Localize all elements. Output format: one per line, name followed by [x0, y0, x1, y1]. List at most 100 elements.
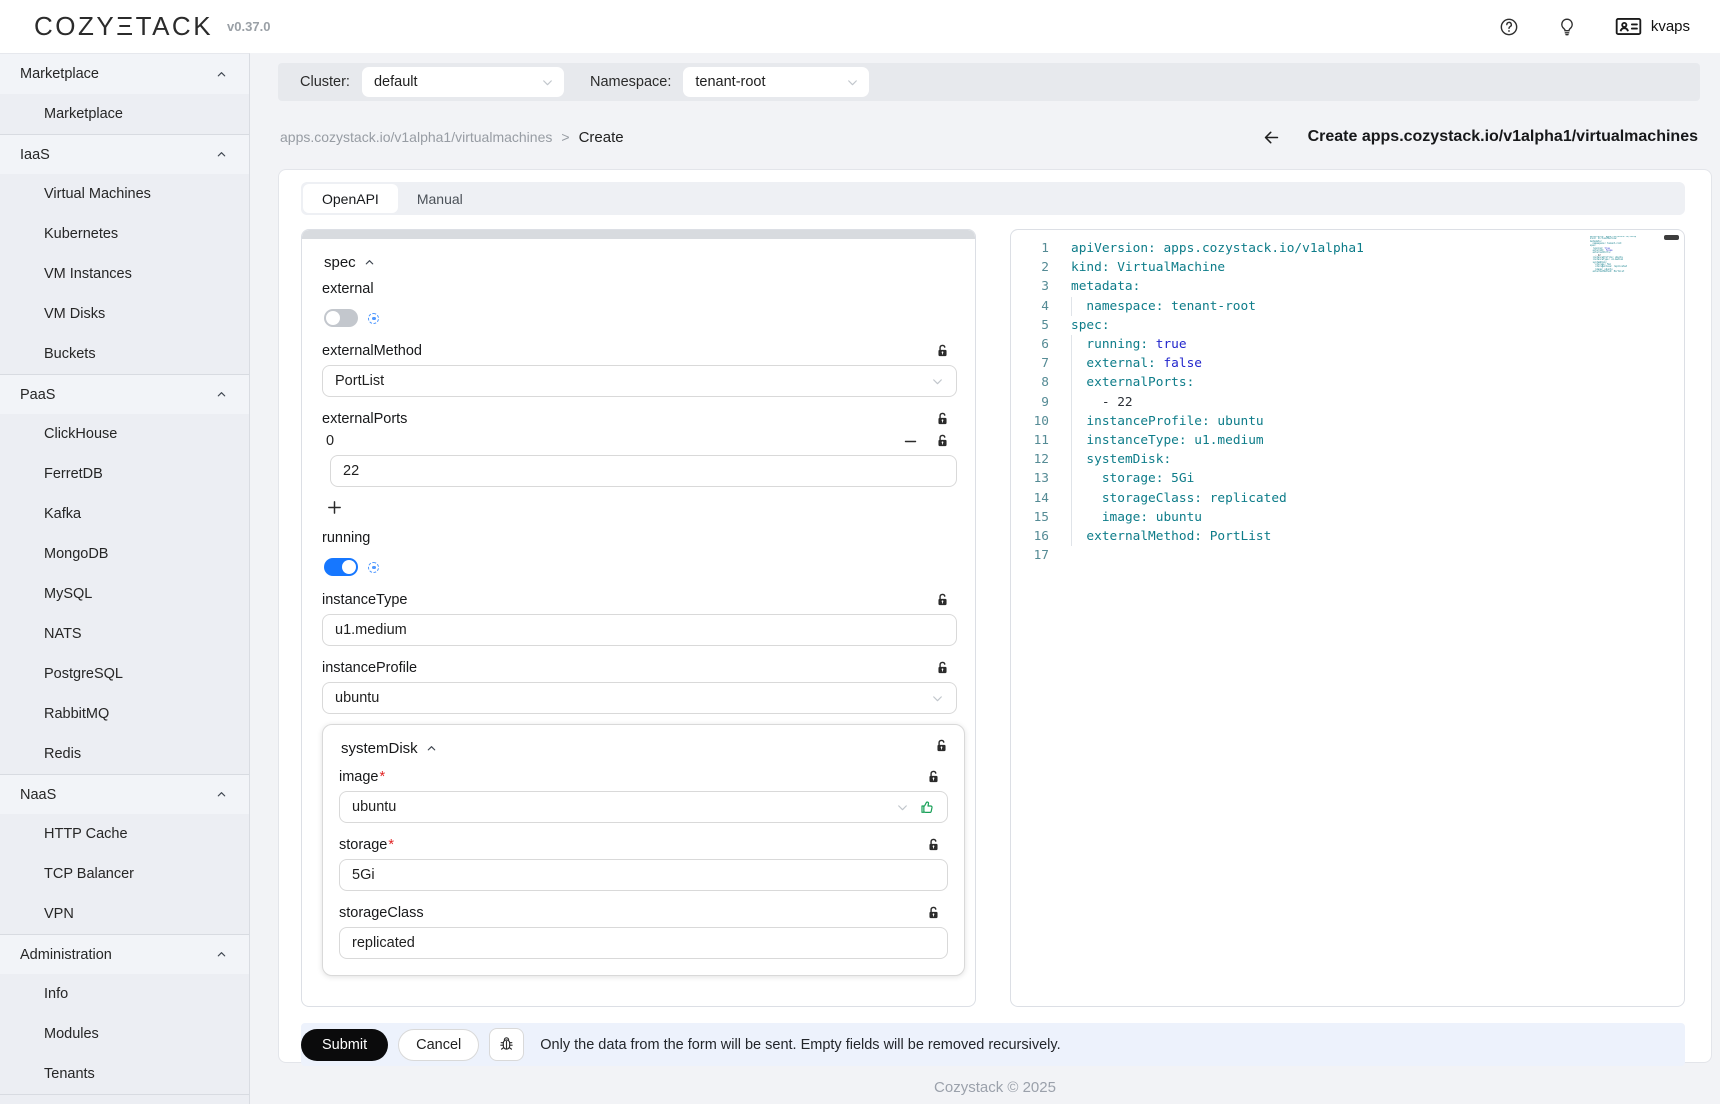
sidebar-item-mysql[interactable]: MySQL: [0, 574, 249, 614]
sidebar-item-nats[interactable]: NATS: [0, 614, 249, 654]
breadcrumb-separator: >: [561, 129, 569, 145]
sidebar-item-buckets[interactable]: Buckets: [0, 334, 249, 374]
page-title: Create apps.cozystack.io/v1alpha1/virtua…: [1308, 128, 1698, 146]
add-item-icon[interactable]: [326, 499, 343, 516]
yaml-editor[interactable]: 1apiVersion: apps.cozystack.io/v1alpha12…: [1010, 229, 1685, 1007]
code-line: 1apiVersion: apps.cozystack.io/v1alpha1: [1011, 239, 1684, 258]
sidebar-item-ferretdb[interactable]: FerretDB: [0, 454, 249, 494]
unlock-icon[interactable]: [927, 838, 940, 852]
externalPorts-item-row: 0: [326, 433, 957, 449]
storage-field-label-row: storage*: [339, 837, 948, 853]
sidebar-section-naas[interactable]: NaaS: [0, 774, 249, 814]
sidebar-item-redis[interactable]: Redis: [0, 734, 249, 774]
tab-manual[interactable]: Manual: [398, 184, 482, 213]
line-number: 16: [1011, 527, 1049, 546]
form-scrollbar[interactable]: [302, 230, 975, 239]
storageClass-value: replicated: [352, 935, 415, 951]
sidebar-item-clickhouse[interactable]: ClickHouse: [0, 414, 249, 454]
sidebar-item-rabbitmq[interactable]: RabbitMQ: [0, 694, 249, 734]
code-line: 17: [1011, 546, 1684, 565]
sidebar-section-administration[interactable]: Administration: [0, 934, 249, 974]
instanceProfile-select[interactable]: ubuntu: [322, 682, 957, 714]
line-number: 10: [1011, 412, 1049, 431]
line-number: 17: [1011, 546, 1049, 565]
unlock-icon[interactable]: [936, 593, 949, 607]
sidebar-item-modules[interactable]: Modules: [0, 1014, 249, 1054]
sidebar-item-tcp-balancer[interactable]: TCP Balancer: [0, 854, 249, 894]
line-number: 5: [1011, 316, 1049, 335]
debug-button[interactable]: [489, 1028, 524, 1061]
chevron-up-icon: [216, 389, 227, 400]
footer-copyright: Cozystack © 2025: [278, 1079, 1712, 1096]
sidebar-section-marketplace[interactable]: Marketplace: [0, 54, 249, 94]
sidebar-item-marketplace[interactable]: Marketplace: [0, 94, 249, 134]
sidebar-section-label: PaaS: [20, 387, 55, 403]
instanceType-input[interactable]: u1.medium: [322, 614, 957, 646]
sidebar-item-kafka[interactable]: Kafka: [0, 494, 249, 534]
storage-input[interactable]: 5Gi: [339, 859, 948, 891]
sidebar-item-vpn[interactable]: VPN: [0, 894, 249, 934]
sidebar-item-kubernetes[interactable]: Kubernetes: [0, 214, 249, 254]
remove-item-icon[interactable]: [903, 434, 918, 449]
openapi-form-panel: spec external externalMethod: [301, 229, 976, 1007]
externalMethod-select[interactable]: PortList: [322, 365, 957, 397]
submit-button[interactable]: Submit: [301, 1029, 388, 1061]
thumbs-up-icon[interactable]: [919, 799, 935, 815]
namespace-select[interactable]: tenant-root: [683, 67, 869, 97]
topbar: COZYΞTACK v0.37.0 kvaps: [0, 0, 1720, 53]
storageClass-input[interactable]: replicated: [339, 927, 948, 959]
sidebar-item-virtual-machines[interactable]: Virtual Machines: [0, 174, 249, 214]
sidebar-item-vm-disks[interactable]: VM Disks: [0, 294, 249, 334]
sidebar-section-label: NaaS: [20, 787, 56, 803]
unlock-icon[interactable]: [927, 906, 940, 920]
instanceProfile-field-label: instanceProfile: [322, 660, 417, 676]
editor-minimap[interactable]: apiVersion: apps.cozystack.io/v1alpha1ki…: [1590, 236, 1636, 278]
sidebar-item-mongodb[interactable]: MongoDB: [0, 534, 249, 574]
cluster-select[interactable]: default: [362, 67, 564, 97]
help-icon[interactable]: [1499, 17, 1519, 37]
default-value-indicator-icon: [368, 313, 379, 324]
back-arrow-icon[interactable]: [1261, 128, 1282, 147]
code-line: 15 image: ubuntu: [1011, 508, 1684, 527]
sidebar: MarketplaceMarketplaceIaaSVirtual Machin…: [0, 53, 250, 1104]
sidebar-item-vm-instances[interactable]: VM Instances: [0, 254, 249, 294]
unlock-icon[interactable]: [936, 412, 949, 426]
unlock-icon[interactable]: [936, 344, 949, 358]
sidebar-section-paas[interactable]: PaaS: [0, 374, 249, 414]
sidebar-item-http-cache[interactable]: HTTP Cache: [0, 814, 249, 854]
line-number: 4: [1011, 297, 1049, 316]
cluster-label: Cluster:: [300, 74, 350, 90]
line-number: 9: [1011, 393, 1049, 412]
externalPorts-field-label-row: externalPorts: [322, 411, 957, 427]
breadcrumb-resource-link[interactable]: apps.cozystack.io/v1alpha1/virtualmachin…: [280, 129, 552, 145]
external-toggle[interactable]: [324, 309, 358, 327]
systemDisk-section-header[interactable]: systemDisk: [341, 739, 948, 757]
unlock-icon[interactable]: [927, 770, 940, 784]
unlock-icon[interactable]: [935, 739, 948, 757]
yaml-code: 1apiVersion: apps.cozystack.io/v1alpha12…: [1011, 239, 1684, 565]
sidebar-item-tenants[interactable]: Tenants: [0, 1054, 249, 1094]
chevron-up-icon: [426, 743, 437, 754]
tab-openapi[interactable]: OpenAPI: [303, 184, 398, 213]
editor-scrollbar-thumb[interactable]: [1664, 235, 1679, 240]
default-value-indicator-icon: [368, 562, 379, 573]
sidebar-section-iaas[interactable]: IaaS: [0, 134, 249, 174]
cancel-button[interactable]: Cancel: [398, 1029, 479, 1061]
code-line: 3metadata:: [1011, 277, 1684, 296]
running-toggle[interactable]: [324, 558, 358, 576]
systemDisk-card: systemDisk image* ubuntu: [322, 724, 965, 976]
theme-lightbulb-icon[interactable]: [1557, 16, 1577, 37]
image-select[interactable]: ubuntu: [339, 791, 948, 823]
chevron-down-icon: [541, 76, 554, 89]
sidebar-section-label: Marketplace: [20, 66, 99, 82]
user-menu[interactable]: kvaps: [1615, 16, 1690, 37]
sidebar-item-postgresql[interactable]: PostgreSQL: [0, 654, 249, 694]
line-number: 11: [1011, 431, 1049, 450]
sidebar-item-info[interactable]: Info: [0, 974, 249, 1014]
unlock-icon[interactable]: [936, 434, 949, 448]
code-line: 8 externalPorts:: [1011, 373, 1684, 392]
unlock-icon[interactable]: [936, 661, 949, 675]
line-number: 14: [1011, 489, 1049, 508]
externalPorts-item-input[interactable]: 22: [330, 455, 957, 487]
spec-section-header[interactable]: spec: [324, 254, 957, 271]
